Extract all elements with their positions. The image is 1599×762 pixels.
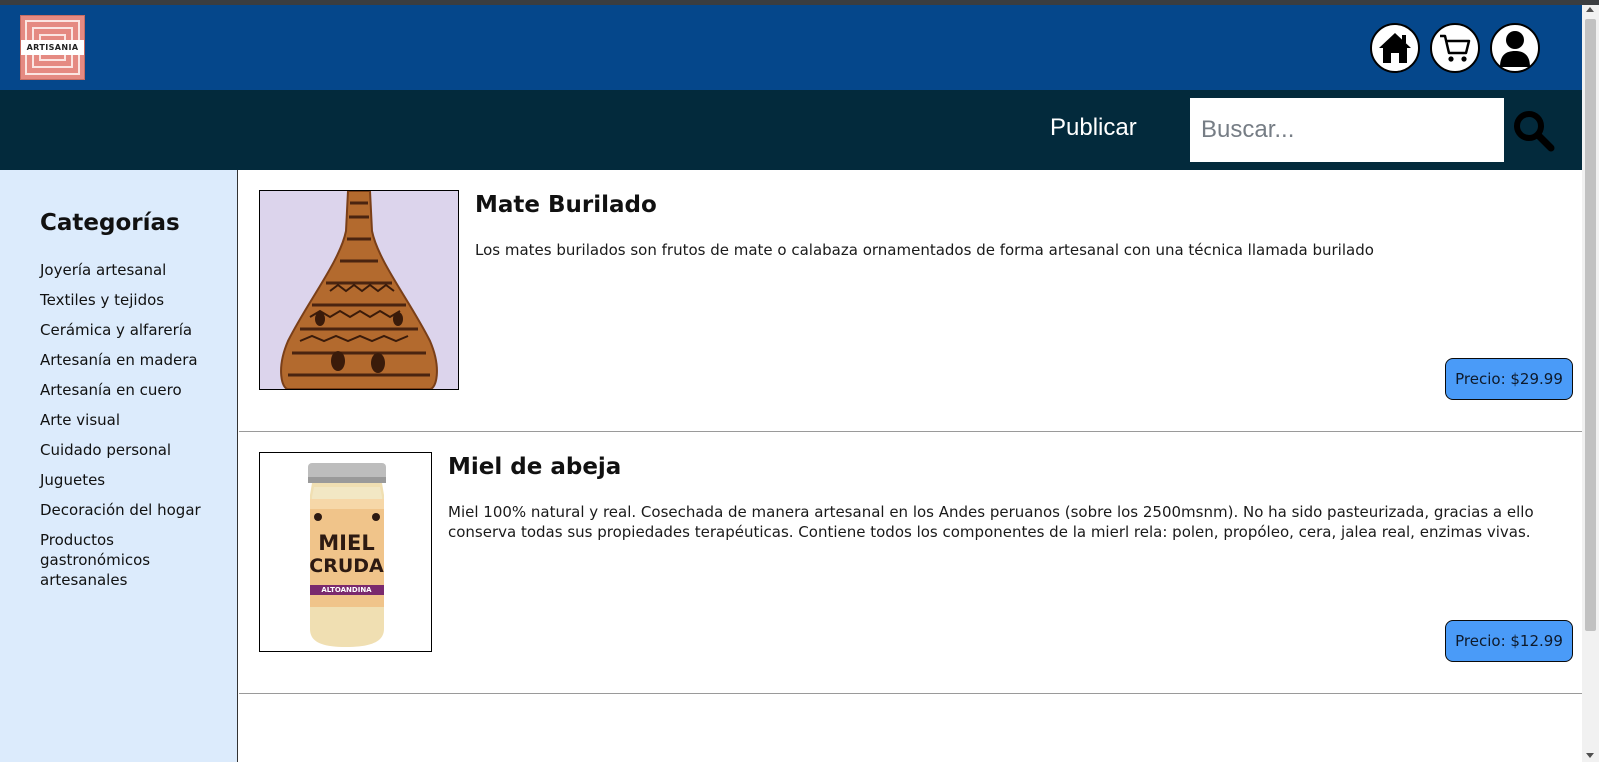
category-item[interactable]: Artesanía en cuero <box>40 380 220 400</box>
search-icon <box>1514 111 1555 152</box>
user-icon <box>1500 31 1530 67</box>
category-item[interactable]: Artesanía en madera <box>40 350 220 370</box>
scroll-up-arrow-icon[interactable] <box>1586 7 1594 12</box>
home-button[interactable] <box>1370 23 1420 73</box>
search-button[interactable] <box>1510 107 1556 153</box>
category-item[interactable]: Cuidado personal <box>40 440 220 460</box>
category-item[interactable]: Juguetes <box>40 470 220 490</box>
product-image-mate[interactable] <box>259 190 459 390</box>
jar-label-line1: MIEL <box>318 531 375 555</box>
category-sidebar: Categorías Joyería artesanal Textiles y … <box>0 170 238 762</box>
category-item[interactable]: Productos gastronómicos artesanales <box>40 530 220 590</box>
category-item[interactable]: Arte visual <box>40 410 220 430</box>
product-title[interactable]: Mate Burilado <box>475 192 657 218</box>
cart-icon <box>1440 34 1471 62</box>
product-description: Los mates burilados son frutos de mate o… <box>475 241 1374 259</box>
price-button[interactable]: Precio: $12.99 <box>1445 620 1573 662</box>
product-image-miel[interactable]: MIEL CRUDA ALTOANDINA <box>259 452 432 652</box>
product-list: Mate Burilado Los mates burilados son fr… <box>239 170 1582 762</box>
scroll-down-arrow-icon[interactable] <box>1586 753 1594 758</box>
jar-label-line2: CRUDA <box>309 555 384 577</box>
nav-bar: Publicar <box>0 90 1582 170</box>
category-item[interactable]: Cerámica y alfarería <box>40 320 220 340</box>
product-card: MIEL CRUDA ALTOANDINA Miel de abeja Miel… <box>239 432 1582 694</box>
jar-label-line3: ALTOANDINA <box>321 586 372 594</box>
product-title[interactable]: Miel de abeja <box>448 454 621 480</box>
artisania-logo[interactable]: ARTISANIA <box>20 15 85 80</box>
top-bar: ARTISANIA <box>0 5 1582 90</box>
publicar-link[interactable]: Publicar <box>1050 114 1137 142</box>
cart-button[interactable] <box>1430 23 1480 73</box>
category-item[interactable]: Joyería artesanal <box>40 260 220 280</box>
scroll-thumb[interactable] <box>1585 19 1596 631</box>
product-card: Mate Burilado Los mates burilados son fr… <box>239 170 1582 432</box>
logo-text: ARTISANIA <box>21 40 84 55</box>
price-button[interactable]: Precio: $29.99 <box>1445 358 1573 400</box>
category-item[interactable]: Textiles y tejidos <box>40 290 220 310</box>
search-input[interactable] <box>1190 98 1504 162</box>
product-description: Miel 100% natural y real. Cosechada de m… <box>448 503 1534 541</box>
page-scrollbar[interactable] <box>1582 5 1599 762</box>
categories-title: Categorías <box>40 210 180 236</box>
home-icon <box>1379 33 1411 63</box>
category-list: Joyería artesanal Textiles y tejidos Cer… <box>40 260 220 600</box>
mate-gourd-image <box>260 191 458 389</box>
category-item[interactable]: Decoración del hogar <box>40 500 220 520</box>
user-button[interactable] <box>1490 23 1540 73</box>
